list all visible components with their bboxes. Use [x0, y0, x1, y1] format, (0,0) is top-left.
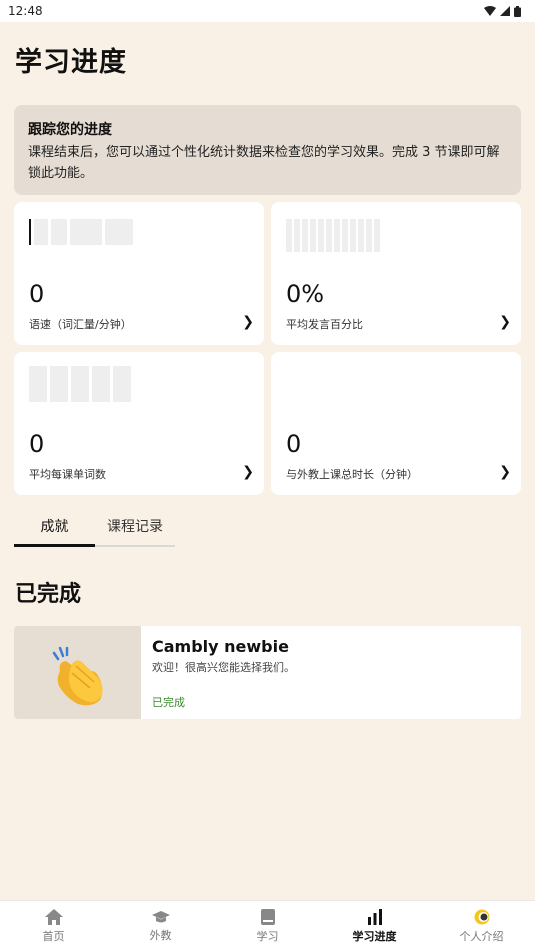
achievement-card[interactable]: Cambly newbie 欢迎！很高兴您能选择我们。 已完成	[14, 626, 521, 719]
stat-value: 0	[29, 430, 45, 458]
graduation-cap-icon	[151, 911, 170, 923]
achievement-status: 已完成	[152, 696, 185, 709]
status-icons	[484, 5, 521, 17]
stat-value: 0	[29, 280, 45, 308]
nav-item-profile[interactable]: 个人介绍	[428, 901, 535, 951]
tab-active-indicator	[14, 544, 95, 547]
nav-label: 外教	[149, 929, 172, 942]
stat-card-speaking-percentage[interactable]: 0% 平均发言百分比 ❯	[271, 202, 521, 345]
achievement-title: Cambly newbie	[152, 637, 289, 656]
tab-bar: 成就 课程记录	[14, 510, 175, 547]
chevron-right-icon: ❯	[242, 314, 254, 330]
banner-title: 跟踪您的进度	[28, 122, 112, 138]
chevron-right-icon: ❯	[499, 464, 511, 480]
stat-value: 0	[286, 430, 302, 458]
completed-section-title: 已完成	[15, 582, 82, 607]
placeholder-bars	[29, 366, 131, 402]
profile-icon	[474, 909, 489, 925]
bar-chart-icon	[367, 909, 382, 925]
stat-value: 0%	[286, 280, 325, 308]
stat-label: 语速（词汇量/分钟）	[29, 318, 132, 331]
stat-label: 与外教上课总时长（分钟）	[286, 468, 418, 481]
battery-icon	[514, 5, 521, 17]
clapping-hands-icon	[52, 646, 103, 706]
stat-label: 平均每课单词数	[29, 468, 106, 481]
status-bar: 12:48	[0, 0, 535, 22]
wifi-icon	[484, 6, 496, 16]
book-icon	[260, 909, 275, 925]
nav-item-home[interactable]: 首页	[0, 901, 107, 951]
nav-label: 个人介绍	[459, 930, 504, 943]
achievement-image	[14, 626, 141, 719]
chevron-right-icon: ❯	[499, 314, 511, 330]
stat-card-speaking-speed[interactable]: 0 语速（词汇量/分钟） ❯	[14, 202, 264, 345]
nav-item-study[interactable]: 学习	[214, 901, 321, 951]
nav-item-tutors[interactable]: 外教	[107, 901, 214, 951]
progress-info-banner: 跟踪您的进度 课程结束后，您可以通过个性化统计数据来检查您的学习效果。完成 3 …	[14, 105, 521, 195]
nav-label: 学习进度	[352, 930, 397, 943]
placeholder-bars	[286, 219, 380, 252]
stat-card-words-per-lesson[interactable]: 0 平均每课单词数 ❯	[14, 352, 264, 495]
chevron-right-icon: ❯	[242, 464, 254, 480]
stat-card-total-minutes[interactable]: 0 与外教上课总时长（分钟） ❯	[271, 352, 521, 495]
nav-label: 首页	[42, 930, 65, 943]
stat-label: 平均发言百分比	[286, 318, 363, 331]
banner-body: 课程结束后，您可以通过个性化统计数据来检查您的学习效果。完成 3 节课即可解锁此…	[28, 145, 500, 181]
page-title: 学习进度	[15, 47, 127, 78]
tab-achievements[interactable]: 成就	[14, 510, 95, 544]
placeholder-bars	[29, 219, 133, 245]
home-icon	[44, 909, 63, 925]
signal-icon	[500, 6, 510, 16]
tab-lesson-history[interactable]: 课程记录	[95, 510, 175, 544]
status-time: 12:48	[8, 4, 43, 18]
nav-item-progress[interactable]: 学习进度	[321, 901, 428, 951]
bottom-nav: 首页 外教 学习 学习进度 个人介绍	[0, 900, 535, 951]
achievement-description: 欢迎！很高兴您能选择我们。	[152, 661, 295, 674]
nav-label: 学习	[256, 930, 279, 943]
